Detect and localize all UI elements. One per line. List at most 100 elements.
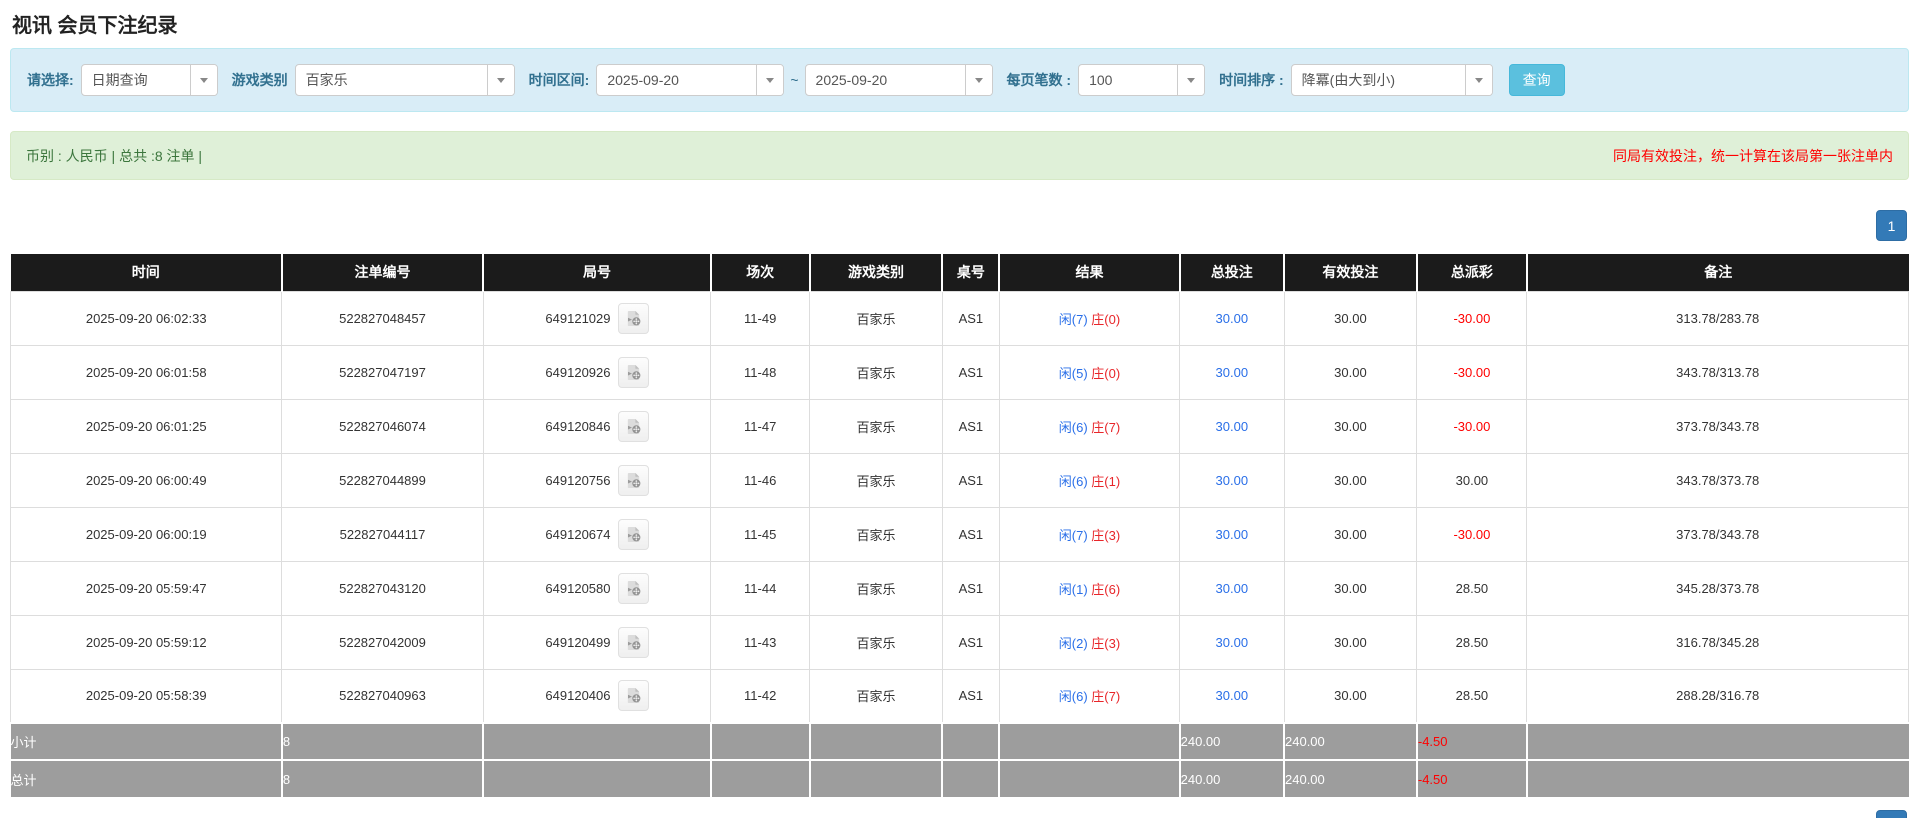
chevron-down-icon [486, 65, 514, 95]
bet-records-table: 时间 注单编号 局号 场次 游戏类别 桌号 结果 总投注 有效投注 总派彩 备注… [9, 254, 1909, 797]
cell-remark: 288.28/316.78 [1526, 668, 1909, 724]
result-banker: 庄(3) [1091, 527, 1121, 543]
video-replay-button[interactable] [617, 518, 649, 550]
date-from-select[interactable]: 2025-09-20 [596, 64, 785, 96]
cell-total-bet: 30.00 [1179, 344, 1285, 400]
video-replay-button[interactable] [617, 356, 649, 388]
subtotal-total-bet: 240.00 [1179, 722, 1286, 760]
cell-valid-bet: 30.00 [1283, 344, 1418, 400]
header-table-no: 桌号 [942, 254, 1001, 291]
total-bet-link[interactable]: 30.00 [1216, 365, 1249, 380]
page-1-button[interactable]: 1 [1876, 810, 1907, 818]
page-size-label: 每页笔数 : [1006, 72, 1072, 88]
cell-table-no: AS1 [941, 398, 1000, 454]
game-type-value: 百家乐 [305, 72, 348, 88]
cell-result: 闲(6) 庄(7) [998, 668, 1181, 724]
date-to-select[interactable]: 2025-09-20 [804, 64, 993, 96]
total-bet-link[interactable]: 30.00 [1216, 527, 1249, 542]
table-row: 2025-09-20 05:58:39 522827040963 6491204… [9, 668, 1909, 724]
total-total-bet: 240.00 [1179, 759, 1286, 797]
total-bet-link[interactable]: 30.00 [1216, 688, 1249, 703]
cell-time: 2025-09-20 06:00:19 [9, 506, 283, 562]
cell-result: 闲(6) 庄(1) [998, 452, 1181, 508]
cell-payout: -30.00 [1416, 290, 1528, 346]
video-file-icon [627, 364, 640, 380]
page: 视讯 会员下注纪录 请选择: 日期查询 游戏类别 百家乐 时间区间: 2025-… [0, 0, 1919, 818]
query-button[interactable]: 查询 [1508, 64, 1565, 96]
video-file-icon [627, 310, 640, 326]
header-remark: 备注 [1526, 254, 1909, 291]
cell-bet-id: 522827046074 [281, 398, 484, 454]
cell-total-bet: 30.00 [1179, 452, 1285, 508]
cell-result: 闲(7) 庄(0) [998, 290, 1181, 346]
video-replay-button[interactable] [617, 680, 649, 712]
cell-bet-id: 522827042009 [281, 614, 484, 670]
cell-time: 2025-09-20 05:58:39 [9, 668, 283, 724]
cell-game-type: 百家乐 [809, 614, 943, 670]
cell-bet-id: 522827044899 [281, 452, 484, 508]
total-valid-bet: 240.00 [1284, 759, 1418, 797]
cell-session: 11-47 [710, 398, 811, 454]
subtotal-label: 小计 [10, 722, 283, 760]
result-player: 闲(7) [1058, 527, 1088, 543]
video-file-icon [627, 634, 640, 650]
total-bet-link[interactable]: 30.00 [1216, 581, 1249, 596]
cell-payout: -30.00 [1416, 344, 1528, 400]
header-result: 结果 [999, 254, 1181, 291]
total-bet-link[interactable]: 30.00 [1216, 473, 1249, 488]
page-size-select[interactable]: 100 [1078, 64, 1206, 96]
result-player: 闲(6) [1058, 689, 1088, 705]
chevron-down-icon [189, 65, 217, 95]
cell-round-id: 649120674 [482, 506, 712, 562]
video-replay-button[interactable] [617, 410, 649, 442]
cell-bet-id: 522827043120 [281, 560, 484, 616]
video-replay-button[interactable] [617, 302, 649, 334]
video-replay-button[interactable] [617, 464, 649, 496]
cell-time: 2025-09-20 06:01:58 [9, 344, 283, 400]
cell-table-no: AS1 [941, 290, 1000, 346]
header-session: 场次 [710, 254, 811, 291]
result-banker: 庄(0) [1091, 311, 1121, 327]
total-bet-link[interactable]: 30.00 [1216, 311, 1249, 326]
cell-payout: -30.00 [1416, 398, 1528, 454]
page-title: 视讯 会员下注纪录 [12, 15, 178, 37]
cell-remark: 373.78/343.78 [1526, 398, 1909, 454]
select-type-label: 请选择: [27, 72, 74, 88]
cell-round-id: 649120499 [482, 614, 712, 670]
video-file-icon [627, 688, 640, 704]
cell-game-type: 百家乐 [809, 344, 943, 400]
cell-remark: 373.78/343.78 [1526, 506, 1909, 562]
cell-game-type: 百家乐 [809, 506, 943, 562]
cell-table-no: AS1 [941, 344, 1000, 400]
result-player: 闲(1) [1058, 581, 1088, 597]
cell-payout: 30.00 [1416, 452, 1528, 508]
cell-game-type: 百家乐 [809, 452, 943, 508]
cell-session: 11-44 [710, 560, 811, 616]
cell-payout: 28.50 [1416, 668, 1528, 724]
subtotal-valid-bet: 240.00 [1284, 722, 1418, 760]
date-to-value: 2025-09-20 [815, 72, 888, 88]
video-replay-button[interactable] [617, 626, 649, 658]
cell-remark: 316.78/345.28 [1526, 614, 1909, 670]
video-replay-button[interactable] [617, 572, 649, 604]
video-file-icon [627, 526, 640, 542]
cell-result: 闲(6) 庄(7) [998, 398, 1181, 454]
cell-time: 2025-09-20 06:02:33 [9, 290, 283, 346]
table-row: 2025-09-20 05:59:12 522827042009 6491204… [9, 614, 1909, 670]
date-range-separator: ~ [790, 72, 799, 88]
date-from-value: 2025-09-20 [607, 72, 679, 88]
total-bet-link[interactable]: 30.00 [1216, 635, 1249, 650]
total-label: 总计 [10, 759, 283, 797]
cell-round-id: 649120756 [482, 452, 712, 508]
result-banker: 庄(1) [1091, 473, 1121, 489]
result-banker: 庄(7) [1091, 419, 1121, 435]
header-time: 时间 [10, 254, 283, 291]
query-type-select[interactable]: 日期查询 [80, 64, 218, 96]
total-bet-link[interactable]: 30.00 [1216, 419, 1249, 434]
subtotal-row: 小计 8 240.00 240.00 -4.50 [10, 722, 1909, 760]
page-1-button[interactable]: 1 [1876, 210, 1907, 241]
cell-time: 2025-09-20 05:59:12 [9, 614, 283, 670]
cell-total-bet: 30.00 [1179, 398, 1285, 454]
game-type-select[interactable]: 百家乐 [294, 64, 515, 96]
sort-select[interactable]: 降冪(由大到小) [1290, 64, 1493, 96]
